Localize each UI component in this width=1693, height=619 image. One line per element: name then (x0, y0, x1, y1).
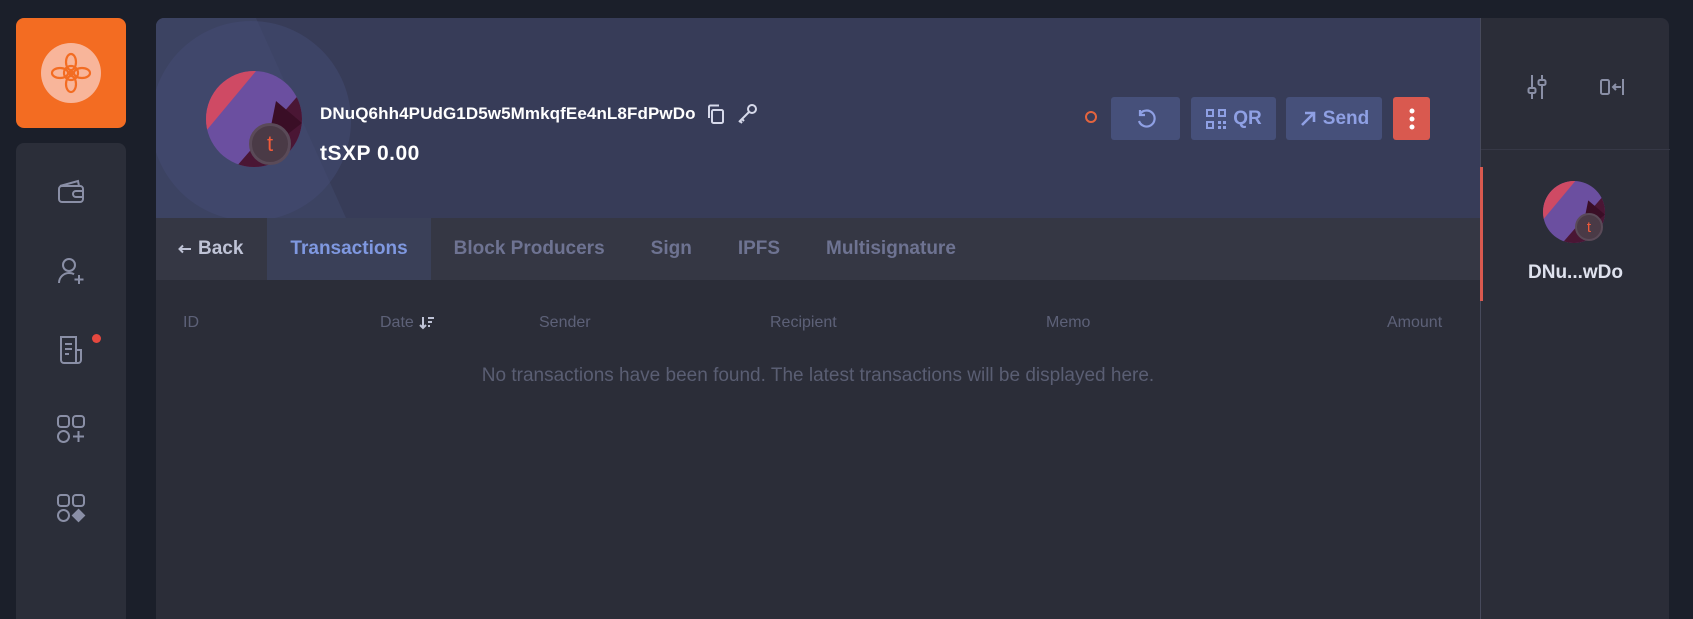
wallet-main: t DNuQ6hh4PUdG1D5w5MmkqfEe4nL8FdPwDo tSX… (156, 18, 1480, 619)
wallet-list-toolbar (1481, 18, 1670, 150)
column-memo-label: Memo (1046, 314, 1091, 331)
tab-block-producers[interactable]: Block Producers (431, 218, 628, 280)
more-vertical-icon (1409, 108, 1414, 129)
arrow-left-icon (178, 244, 191, 254)
empty-transactions-message: No transactions have been found. The lat… (481, 365, 1155, 386)
collapse-panel-button[interactable] (1599, 77, 1625, 102)
add-contact-icon (58, 258, 84, 284)
column-sender[interactable]: Sender (539, 314, 591, 332)
wallet-list-settings-button[interactable] (1526, 73, 1548, 106)
qr-button[interactable]: QR (1191, 97, 1276, 140)
tab-ipfs[interactable]: IPFS (715, 218, 803, 280)
wallet-header: t DNuQ6hh4PUdG1D5w5MmkqfEe4nL8FdPwDo tSX… (156, 18, 1480, 218)
send-button-label: Send (1322, 107, 1370, 129)
show-private-key-button[interactable] (736, 103, 758, 125)
more-options-button[interactable] (1393, 97, 1430, 140)
wallet-list-name: DNu...wDo (1528, 262, 1623, 283)
nav-wallets-button[interactable] (16, 162, 126, 222)
transactions-table-header: ID Date Sender Recipient Memo Amount (156, 314, 1480, 344)
wallet-address: DNuQ6hh4PUdG1D5w5MmkqfEe4nL8FdPwDo (320, 104, 696, 123)
column-recipient[interactable]: Recipient (770, 314, 837, 332)
avatar-badge: t (249, 123, 291, 165)
wallet-list-avatar-letter: t (1586, 218, 1592, 236)
wallet-icon (58, 179, 84, 203)
wallet-list-avatar: t (1543, 181, 1605, 243)
collapse-panel-icon (1600, 79, 1624, 95)
app-logo[interactable] (16, 18, 126, 128)
nav-contacts-button[interactable] (16, 241, 126, 301)
add-app-icon (57, 415, 85, 443)
nav-transactions-button[interactable] (16, 320, 126, 380)
copy-icon (707, 104, 724, 124)
column-id-label: ID (183, 314, 199, 331)
column-id[interactable]: ID (183, 314, 199, 332)
column-sender-label: Sender (539, 314, 591, 331)
copy-address-button[interactable] (706, 103, 726, 125)
tab-transactions[interactable]: Transactions (267, 218, 431, 280)
key-icon (737, 104, 757, 124)
column-memo[interactable]: Memo (1046, 314, 1090, 332)
wallet-list-item[interactable]: t DNu...wDo (1480, 167, 1670, 301)
document-icon (60, 336, 82, 364)
status-ring-icon (1085, 111, 1097, 123)
wallet-balance: tSXP 0.00 (320, 142, 420, 165)
refresh-icon (1137, 108, 1156, 128)
nav-add-app-button[interactable] (16, 399, 126, 459)
sort-descending-icon (419, 317, 434, 330)
back-label: Back (198, 238, 244, 259)
column-amount[interactable]: Amount (1387, 314, 1442, 332)
wallet-avatar: t (206, 71, 302, 167)
tab-sign[interactable]: Sign (628, 218, 715, 280)
app-logo-icon (41, 43, 101, 103)
wallet-tabs: Back Transactions Block Producers Sign I… (156, 218, 1480, 280)
column-date-label: Date (380, 314, 414, 331)
notification-dot (92, 334, 101, 343)
address-line: DNuQ6hh4PUdG1D5w5MmkqfEe4nL8FdPwDo (320, 98, 758, 130)
arrow-up-right-icon (1300, 111, 1316, 126)
send-button[interactable]: Send (1286, 97, 1382, 140)
sliders-icon (1527, 75, 1547, 99)
refresh-button[interactable] (1111, 97, 1180, 140)
avatar-letter: t (266, 131, 274, 156)
column-date[interactable]: Date (380, 314, 435, 332)
tab-multisignature[interactable]: Multisignature (803, 218, 979, 280)
nav-apps-button[interactable] (16, 478, 126, 538)
column-recipient-label: Recipient (770, 314, 837, 331)
qr-icon (1206, 108, 1227, 129)
app-nav (16, 143, 126, 619)
column-amount-label: Amount (1387, 314, 1443, 331)
back-button[interactable]: Back (156, 218, 267, 280)
apps-icon (57, 494, 86, 523)
wallet-list-panel: t DNu...wDo (1480, 18, 1670, 619)
wallet-list-avatar-badge: t (1575, 213, 1603, 241)
qr-button-label: QR (1233, 107, 1262, 129)
